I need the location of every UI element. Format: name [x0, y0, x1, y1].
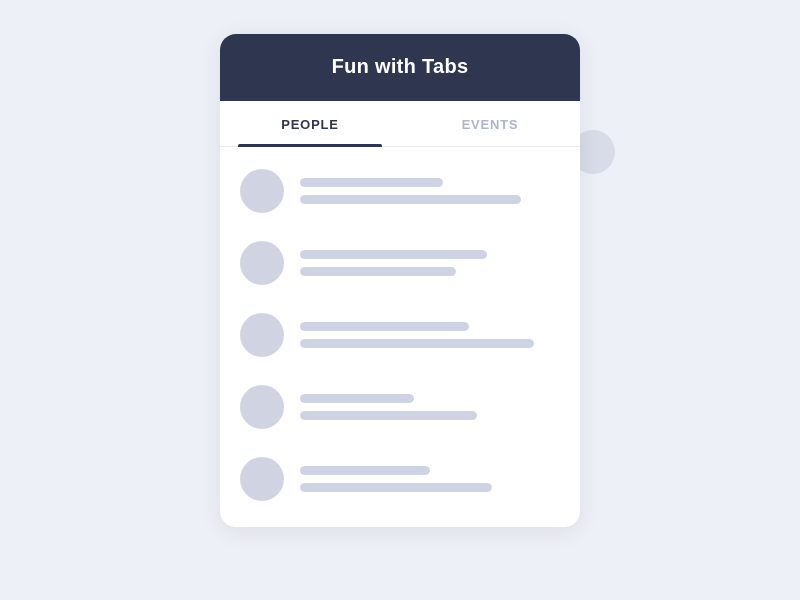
- main-card: Fun with Tabs PEOPLE EVENTS: [220, 34, 580, 527]
- avatar: [240, 169, 284, 213]
- text-line-bottom: [300, 267, 456, 276]
- list-item: [220, 371, 580, 443]
- text-line-bottom: [300, 411, 477, 420]
- text-line-bottom: [300, 483, 492, 492]
- text-line-top: [300, 466, 430, 475]
- avatar: [240, 241, 284, 285]
- text-lines: [300, 250, 560, 276]
- list-item: [220, 227, 580, 299]
- avatar: [240, 313, 284, 357]
- text-line-top: [300, 250, 487, 259]
- tab-people[interactable]: PEOPLE: [220, 101, 400, 146]
- text-lines: [300, 178, 560, 204]
- text-line-bottom: [300, 195, 521, 204]
- text-line-bottom: [300, 339, 534, 348]
- card-header: Fun with Tabs: [220, 34, 580, 101]
- list-item: [220, 443, 580, 515]
- tabs-bar: PEOPLE EVENTS: [220, 101, 580, 147]
- text-line-top: [300, 322, 469, 331]
- people-list: [220, 147, 580, 527]
- card-title: Fun with Tabs: [332, 56, 469, 78]
- list-item: [220, 299, 580, 371]
- text-line-top: [300, 394, 414, 403]
- list-item: [220, 155, 580, 227]
- text-lines: [300, 466, 560, 492]
- text-line-top: [300, 178, 443, 187]
- text-lines: [300, 394, 560, 420]
- text-lines: [300, 322, 560, 348]
- tab-events[interactable]: EVENTS: [400, 101, 580, 146]
- avatar: [240, 457, 284, 501]
- avatar: [240, 385, 284, 429]
